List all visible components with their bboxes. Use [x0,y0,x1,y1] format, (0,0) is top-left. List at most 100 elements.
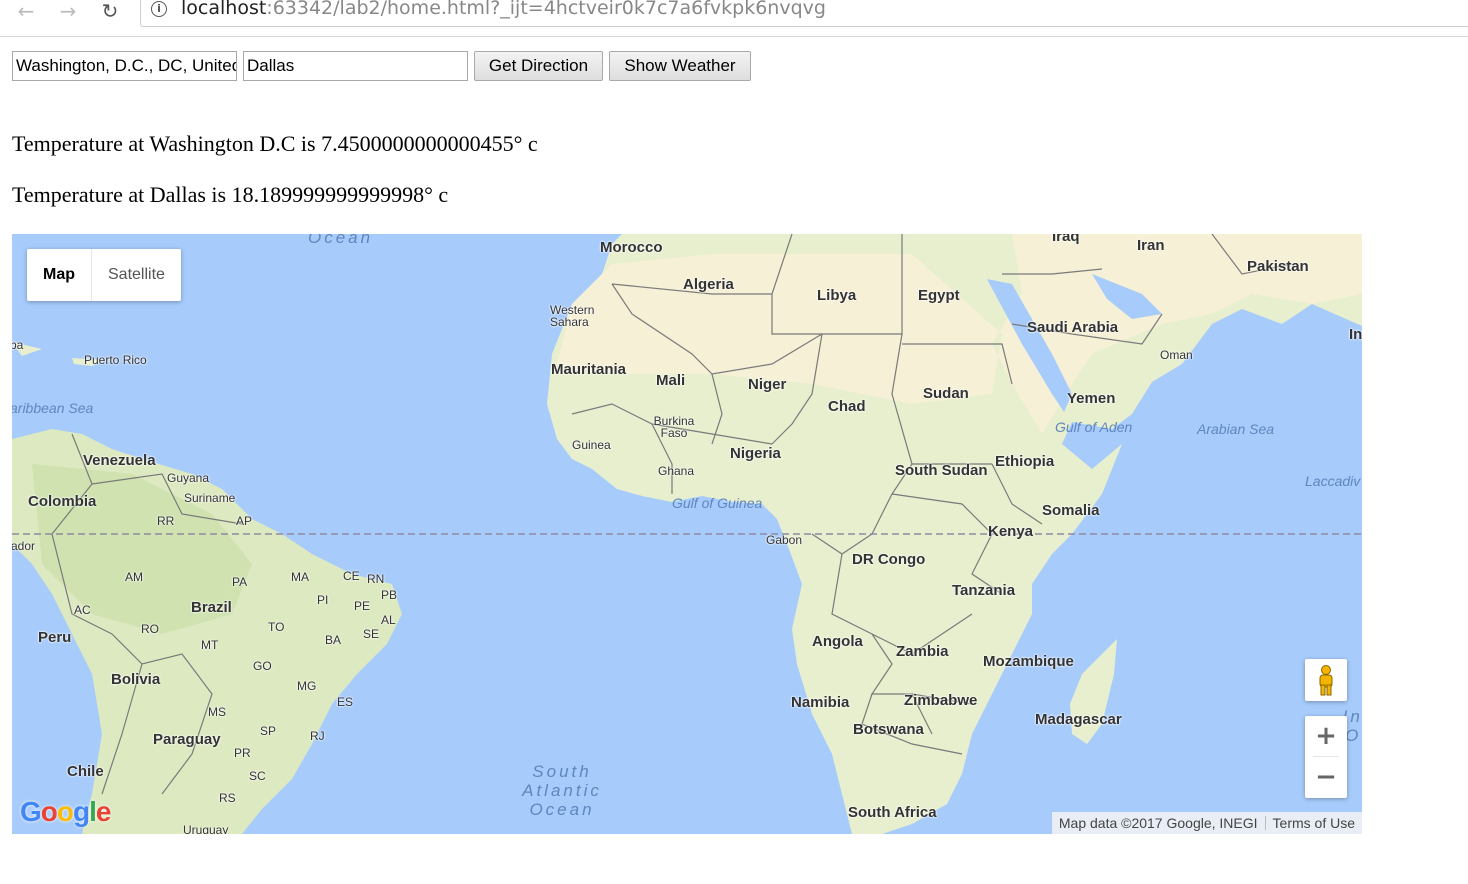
forward-arrow-icon[interactable]: → [54,0,82,24]
label-rr: RR [157,514,175,528]
label-botswana: Botswana [853,721,924,738]
label-peru: Peru [38,629,72,646]
temperature-destination: Temperature at Dallas is 18.189999999999… [12,182,449,207]
label-uruguay: Uruguay [183,823,229,834]
label-rs: RS [219,791,236,805]
origin-input[interactable]: Washington, D.C., DC, United States [12,51,237,81]
label-tanzania: Tanzania [952,582,1016,599]
label-guyana: Guyana [167,471,210,485]
terms-of-use-link[interactable]: Terms of Use [1266,815,1362,831]
label-iran: Iran [1137,237,1165,254]
label-ap: AP [236,514,253,528]
label-mt: MT [201,638,219,652]
label-mozambique: Mozambique [983,653,1074,670]
info-icon[interactable]: i [151,1,167,17]
label-al: AL [381,613,396,627]
zoom-control: + − [1305,716,1347,798]
label-mali: Mali [656,372,686,389]
label-morocco: Morocco [600,239,663,256]
label-south-africa: South Africa [848,804,937,821]
label-suriname: Suriname [184,491,236,505]
label-ce: CE [343,569,360,583]
label-zimbabwe: Zimbabwe [904,692,978,709]
label-go: GO [253,659,272,673]
label-ghana: Ghana [658,464,695,478]
label-pb: PB [381,588,398,602]
label-south-sudan: South Sudan [895,462,988,479]
label-rj: RJ [310,729,325,743]
map-attribution: Map data ©2017 Google, INEGI Terms of Us… [1051,812,1362,834]
label-pakistan: Pakistan [1247,258,1309,275]
label-to: TO [268,620,285,634]
ocean-north-label: Ocean [308,234,374,247]
pegman-icon[interactable] [1305,659,1347,701]
label-cuba: ba [12,338,24,352]
label-pi: PI [317,593,329,607]
map-data-credit: Map data ©2017 Google, INEGI [1058,815,1258,831]
label-saudi-arabia: Saudi Arabia [1027,319,1119,336]
show-weather-button[interactable]: Show Weather [609,51,751,81]
reload-icon[interactable]: ↻ [96,0,124,24]
label-paraguay: Paraguay [153,731,221,748]
label-ms: MS [208,705,226,719]
label-algeria: Algeria [683,276,734,293]
label-ba: BA [325,633,342,647]
map-canvas[interactable]: Ocean Morocco Algeria Libya Egypt Iraq I… [12,234,1362,834]
label-south-atlantic-ocean: South Atlantic Ocean [522,762,602,819]
label-sp: SP [260,724,277,738]
label-arabian-sea: Arabian Sea [1197,421,1275,437]
temperature-origin: Temperature at Washington D.C is 7.45000… [12,131,538,156]
label-ma: MA [291,570,309,584]
label-es: ES [337,695,354,709]
label-pr: PR [234,746,251,760]
map-type-control: Map Satellite [27,249,181,301]
label-sudan: Sudan [923,385,969,402]
label-gulf-of-aden: Gulf of Aden [1055,419,1133,435]
label-libya: Libya [817,287,857,304]
zoom-in-button[interactable]: + [1305,716,1347,756]
label-se: SE [363,627,380,641]
destination-input[interactable]: Dallas [243,51,468,81]
label-chad: Chad [828,398,866,415]
label-brazil: Brazil [191,599,232,616]
label-ecuador: ador [12,539,36,553]
label-puerto-rico: Puerto Rico [84,353,147,367]
label-guinea: Guinea [572,438,611,452]
label-madagascar: Madagascar [1035,711,1122,728]
label-am: AM [125,570,143,584]
label-ethiopia: Ethiopia [995,453,1055,470]
label-somalia: Somalia [1042,502,1100,519]
label-mg: MG [297,679,317,693]
label-india: In [1349,326,1362,343]
label-burkina-faso: Burkina Faso [653,414,695,440]
label-egypt: Egypt [918,287,960,304]
label-caribbean-sea: aribbean Sea [12,400,94,416]
back-arrow-icon[interactable]: ← [12,0,40,24]
label-iraq: Iraq [1052,234,1080,245]
label-kenya: Kenya [988,523,1034,540]
label-laccadive-sea: Laccadiv [1305,473,1361,489]
label-venezuela: Venezuela [83,452,156,469]
label-gulf-of-guinea: Gulf of Guinea [672,495,763,511]
label-bolivia: Bolivia [111,671,161,688]
label-western-sahara: Western Sahara [550,303,595,329]
label-colombia: Colombia [28,493,97,510]
label-angola: Angola [812,633,863,650]
label-namibia: Namibia [791,694,850,711]
get-direction-button[interactable]: Get Direction [474,51,603,81]
google-logo[interactable]: Google [20,796,111,828]
label-oman: Oman [1160,348,1193,362]
url-text[interactable]: localhost:63342/lab2/home.html?_ijt=4hct… [181,0,826,22]
map-type-map-button[interactable]: Map [27,249,92,301]
label-dr-congo: DR Congo [852,551,926,568]
address-bar[interactable]: i localhost:63342/lab2/home.html?_ijt=4h… [140,0,1468,27]
label-ro: RO [141,622,159,636]
label-mauritania: Mauritania [551,361,627,378]
zoom-out-button[interactable]: − [1305,757,1347,797]
map-type-satellite-button[interactable]: Satellite [92,249,181,301]
browser-toolbar: ← → ↻ i localhost:63342/lab2/home.html?_… [0,0,1468,37]
label-pa: PA [232,575,248,589]
label-niger: Niger [748,376,787,393]
label-chile: Chile [67,763,104,780]
label-zambia: Zambia [896,643,949,660]
